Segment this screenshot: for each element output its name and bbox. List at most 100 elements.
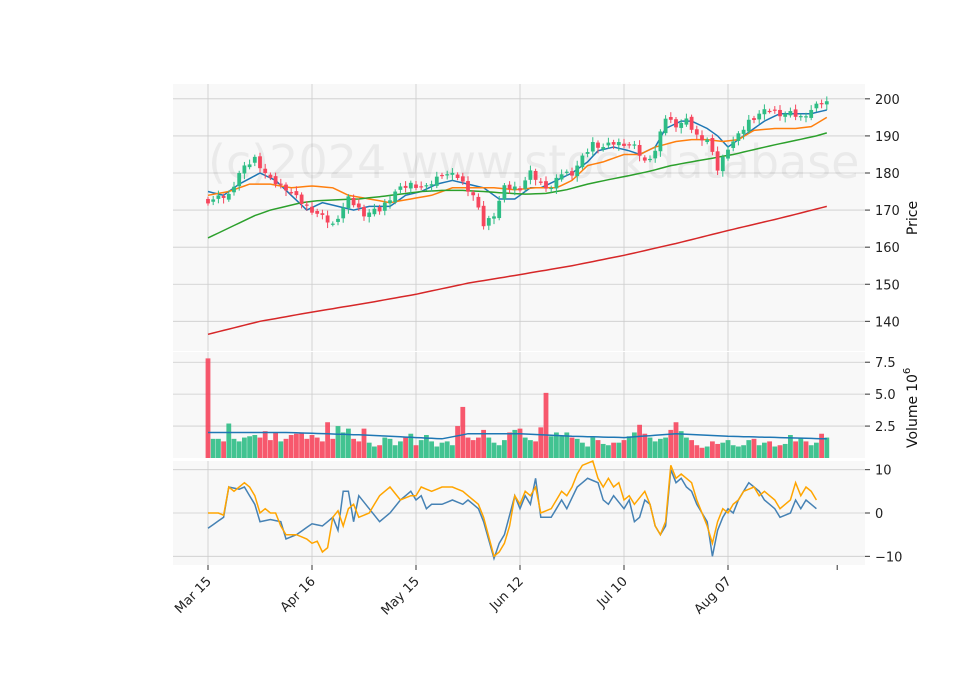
candle-body — [814, 103, 819, 109]
volume-bar — [621, 440, 627, 458]
volume-bar — [387, 438, 393, 458]
candle-body — [590, 142, 595, 152]
volume-bar — [439, 442, 445, 458]
candle-body — [533, 170, 538, 180]
candle-body — [226, 193, 231, 200]
volume-bar — [595, 440, 601, 458]
candle-body — [752, 118, 756, 120]
volume-bar — [543, 392, 549, 458]
candle-body — [538, 181, 543, 183]
volume-bar — [455, 426, 460, 458]
y-tick-label: 10 — [875, 464, 892, 479]
volume-bar — [288, 435, 294, 458]
volume-bar — [491, 442, 497, 458]
volume-bar — [210, 438, 216, 458]
volume-bar — [528, 440, 533, 458]
x-tick-label: Jul 10 — [594, 574, 631, 611]
candle-body — [819, 103, 824, 105]
volume-bar — [741, 445, 746, 458]
candle-body — [705, 139, 710, 143]
candle-body — [284, 184, 288, 191]
candle-body — [232, 186, 236, 193]
volume-bar — [710, 441, 715, 458]
y-tick-label: 200 — [875, 93, 900, 108]
volume-bar — [392, 445, 398, 458]
volume-bar — [793, 441, 798, 458]
candle-body — [263, 168, 268, 173]
candle-body — [289, 192, 294, 194]
candle-body — [310, 206, 314, 213]
volume-bar — [377, 445, 382, 458]
candle-body — [544, 181, 548, 189]
candle-body — [330, 223, 335, 225]
candle-body — [668, 117, 673, 120]
candle-body — [221, 195, 226, 198]
candle-body — [741, 129, 746, 134]
stock-chart: (c)2024 www.stockdatabase 140 150 160 170 18… — [172, 84, 921, 618]
volume-bar — [398, 441, 403, 458]
candle-body — [299, 194, 304, 204]
y-tick-label: −10 — [875, 550, 902, 565]
volume-bar — [507, 432, 512, 458]
volume-bar — [476, 437, 481, 458]
candle-body — [809, 109, 814, 118]
volume-panel: 2.5 5.0 7.5 Volume 106 — [173, 352, 921, 458]
volume-bar — [580, 442, 585, 458]
volume-bar — [590, 437, 596, 458]
candle-body — [471, 192, 476, 196]
volume-bar — [798, 437, 804, 458]
candle-body — [684, 118, 689, 125]
volume-bar — [720, 442, 726, 458]
candle-body — [242, 165, 247, 174]
candle-body — [403, 185, 408, 188]
volume-bar — [205, 358, 211, 458]
candle-body — [746, 119, 751, 132]
candle-body — [658, 131, 663, 152]
candle-body — [336, 218, 340, 222]
volume-bar — [486, 437, 492, 458]
volume-bar — [247, 436, 252, 458]
candle-body — [679, 122, 684, 128]
volume-bar — [236, 441, 242, 458]
volume-bar — [715, 443, 720, 458]
candle-body — [611, 142, 616, 145]
volume-bar — [522, 437, 528, 458]
candle-body — [767, 110, 772, 113]
volume-bar — [772, 446, 778, 458]
volume-bar — [273, 432, 278, 458]
volume-bar — [704, 446, 710, 458]
volume-bar — [502, 440, 507, 458]
watermark: (c)2024 www.stockdatabase — [208, 135, 859, 189]
candle-body — [434, 176, 439, 186]
candle-body — [757, 113, 762, 120]
volume-bar — [725, 440, 731, 458]
candle-body — [294, 191, 299, 196]
candle-body — [372, 208, 377, 215]
candle-body — [304, 204, 309, 206]
candle-body — [798, 116, 803, 118]
candle-body — [440, 174, 444, 177]
volume-bar — [434, 446, 440, 458]
y-tick-label: 5.0 — [875, 388, 896, 403]
volume-bar — [257, 437, 263, 458]
y-tick-label: 190 — [875, 130, 900, 145]
volume-bar — [366, 442, 372, 458]
candle-body — [512, 186, 517, 190]
volume-bar — [611, 442, 616, 458]
volume-bar — [616, 442, 622, 458]
y-tick-label: 0 — [875, 507, 883, 522]
volume-bar — [689, 440, 694, 458]
volume-bar — [294, 433, 299, 458]
candle-body — [783, 113, 788, 117]
candle-body — [486, 218, 491, 226]
candle-body — [731, 141, 736, 148]
volume-bar — [533, 441, 538, 458]
volume-bar — [824, 437, 830, 458]
candle-body — [258, 156, 262, 169]
volume-bar — [283, 438, 289, 458]
candle-body — [268, 174, 273, 178]
volume-bar — [361, 428, 367, 458]
volume-bar — [782, 443, 788, 458]
candle-body — [778, 109, 782, 117]
candle-body — [523, 180, 528, 189]
